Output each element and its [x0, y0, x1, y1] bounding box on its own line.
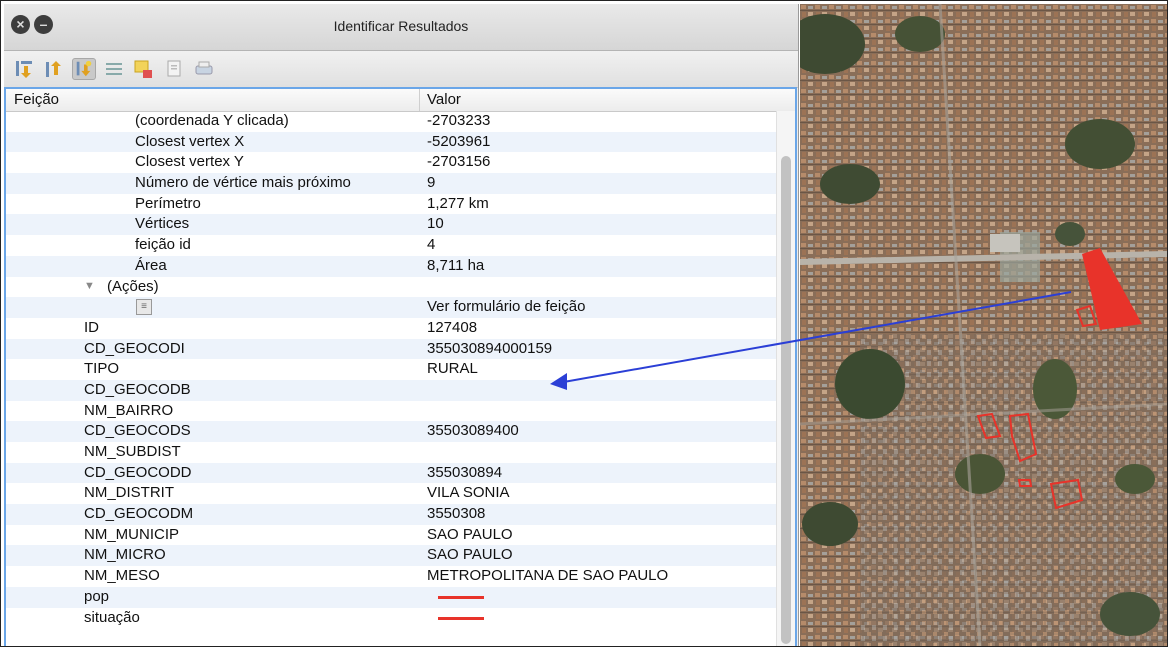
row-key: CD_GEOCODS: [84, 422, 191, 440]
identify-results-dialog: × – Identificar Resultados Feição Valor …: [4, 4, 799, 646]
tree-row[interactable]: NM_MUNICIP SAO PAULO: [6, 525, 780, 546]
tree-row[interactable]: CD_GEOCODS 35503089400: [6, 421, 780, 442]
tree-row[interactable]: Número de vértice mais próximo 9: [6, 173, 780, 194]
row-key: Vértices: [135, 215, 190, 233]
tree-row[interactable]: feição id 4: [6, 235, 780, 256]
row-key: (coordenada Y clicada): [135, 112, 289, 129]
tree-row[interactable]: Vértices 10: [6, 214, 780, 236]
tree-row[interactable]: NM_BAIRRO: [6, 401, 780, 422]
row-value: 8,711 ha: [427, 256, 485, 274]
results-tree[interactable]: Feição Valor (coordenada Y clicada) -2703…: [4, 87, 797, 646]
row-key: CD_GEOCODI: [84, 339, 185, 357]
collapse-tree-icon[interactable]: [42, 58, 66, 80]
row-key: Perímetro: [135, 194, 201, 212]
row-key: TIPO: [84, 360, 120, 378]
row-key: pop: [84, 587, 110, 605]
row-value: 355030894000159: [427, 339, 553, 357]
row-value: 9: [427, 174, 436, 192]
row-value: 4: [427, 236, 436, 254]
collapse-triangle-icon[interactable]: ▼: [84, 280, 95, 292]
row-value: 1,277 km: [427, 194, 489, 212]
row-key: ID: [84, 318, 99, 336]
symbol-swatch: [438, 595, 484, 599]
row-key: CD_GEOCODB: [84, 380, 191, 398]
tree-row[interactable]: NM_SUBDIST: [6, 442, 780, 463]
row-value: VILA SONIA: [427, 484, 510, 502]
row-value: 35503089400: [427, 422, 519, 440]
tree-row[interactable]: (coordenada Y clicada) -2703233: [6, 111, 780, 132]
row-value: 10: [427, 215, 444, 233]
expand-tree-icon[interactable]: [12, 58, 36, 80]
expand-new-results-icon[interactable]: [72, 58, 96, 80]
row-value: -2703233: [427, 112, 491, 129]
tree-row[interactable]: Closest vertex Y -2703156: [6, 152, 780, 173]
column-divider[interactable]: [419, 89, 420, 111]
row-key: Closest vertex X: [135, 132, 245, 150]
row-key: (Ações): [107, 277, 159, 295]
tree-row[interactable]: CD_GEOCODM 3550308: [6, 504, 780, 525]
row-key: Área: [135, 256, 167, 274]
row-key: feição id: [135, 236, 191, 254]
row-key: NM_MICRO: [84, 546, 166, 564]
column-header-feature[interactable]: Feição: [14, 91, 59, 108]
row-key: CD_GEOCODM: [84, 505, 194, 523]
tree-row[interactable]: NM_MESO METROPOLITANA DE SAO PAULO: [6, 566, 780, 587]
tree-row[interactable]: TIPO RURAL: [6, 359, 780, 380]
tree-row-action-form[interactable]: ≡ Ver formulário de feição: [6, 297, 780, 318]
tree-row[interactable]: Closest vertex X -5203961: [6, 131, 780, 153]
row-key: situação: [84, 608, 140, 626]
row-key: NM_MUNICIP: [84, 525, 180, 543]
row-value: -2703156: [427, 153, 491, 171]
row-value: 3550308: [427, 505, 486, 523]
satellite-map[interactable]: [800, 4, 1168, 647]
tree-row[interactable]: NM_DISTRIT VILA SONIA: [6, 483, 780, 504]
row-key: Número de vértice mais próximo: [135, 174, 351, 192]
tree-row[interactable]: CD_GEOCODI 355030894000159: [6, 338, 780, 360]
toolbar: [4, 51, 798, 88]
tree-row-actions[interactable]: ▼ (Ações): [6, 277, 780, 298]
open-form-icon[interactable]: [102, 58, 126, 80]
tree-row[interactable]: CD_GEOCODB: [6, 379, 780, 401]
row-key: CD_GEOCODD: [84, 463, 192, 481]
row-value: METROPOLITANA DE SAO PAULO: [427, 567, 669, 585]
scrollbar-thumb[interactable]: [781, 156, 791, 644]
tree-row[interactable]: situação: [6, 608, 780, 629]
title-bar: × – Identificar Resultados: [4, 4, 798, 51]
row-value: SAO PAULO: [427, 546, 513, 564]
tree-row[interactable]: NM_MICRO SAO PAULO: [6, 545, 780, 567]
row-key: Closest vertex Y: [135, 153, 244, 171]
highlight-features-icon[interactable]: [132, 58, 156, 80]
row-key: NM_SUBDIST: [84, 443, 181, 460]
form-icon: ≡: [136, 299, 152, 316]
row-value: Ver formulário de feição: [427, 298, 586, 316]
tree-row[interactable]: Perímetro 1,277 km: [6, 194, 780, 215]
row-value: 127408: [427, 318, 478, 336]
row-value: SAO PAULO: [427, 525, 513, 543]
column-header-value[interactable]: Valor: [427, 91, 461, 108]
row-key: NM_DISTRIT: [84, 484, 174, 502]
row-value: -5203961: [427, 132, 491, 150]
row-key: NM_MESO: [84, 567, 160, 585]
row-key: NM_BAIRRO: [84, 401, 174, 419]
window-title: Identificar Resultados: [333, 18, 469, 34]
row-value: 355030894: [427, 463, 503, 481]
tree-rows: (coordenada Y clicada) -2703233 Closest v…: [6, 111, 780, 628]
copy-feature-icon[interactable]: [162, 58, 186, 80]
screenshot-frame: × – Identificar Resultados Feição Valor …: [0, 0, 1168, 647]
row-value: RURAL: [427, 360, 478, 378]
tree-header: Feição Valor: [6, 89, 795, 112]
vertical-scrollbar[interactable]: [776, 111, 795, 646]
tree-row[interactable]: ID 127408: [6, 318, 780, 339]
tree-row[interactable]: Área 8,711 ha: [6, 255, 780, 277]
symbol-swatch: [438, 616, 484, 620]
print-icon[interactable]: [192, 58, 216, 80]
tree-row[interactable]: pop: [6, 586, 780, 608]
tree-row[interactable]: CD_GEOCODD 355030894: [6, 462, 780, 484]
